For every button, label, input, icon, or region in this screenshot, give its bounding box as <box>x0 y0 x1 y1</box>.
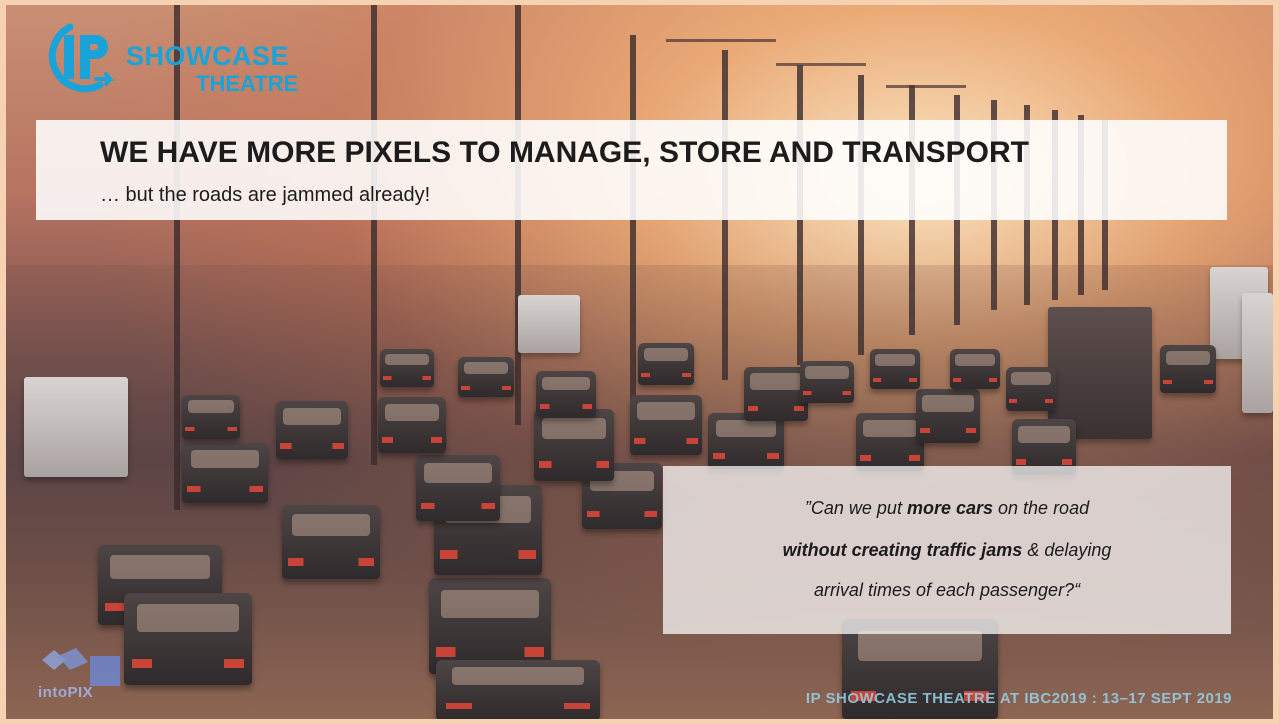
car <box>182 395 240 439</box>
lamp-pole <box>371 5 377 465</box>
lamp-arm <box>776 63 866 66</box>
quote-text: arrival times of each passenger?“ <box>813 580 1081 600</box>
quote-line-1: ”Can we put more cars on the road <box>663 498 1231 519</box>
ip-showcase-logo: SHOWCASE THEATRE <box>40 19 300 99</box>
car <box>800 361 854 403</box>
car <box>378 397 446 453</box>
ip-monogram-icon <box>48 23 115 93</box>
truck <box>24 377 128 477</box>
slide-subtitle: … but the roads are jammed already! <box>100 184 431 206</box>
intopix-mark-icon <box>42 648 120 686</box>
truck <box>518 295 580 353</box>
car <box>916 389 980 443</box>
quote-line-3: arrival times of each passenger?“ <box>663 580 1231 601</box>
intopix-text: intoPIX <box>38 684 94 701</box>
car <box>276 401 348 459</box>
car <box>380 349 434 387</box>
quote-text: & delaying <box>1022 540 1112 560</box>
car <box>1006 367 1056 411</box>
title-banner: WE HAVE MORE PIXELS TO MANAGE, STORE AND… <box>36 120 1227 220</box>
logo-text-theatre: THEATRE <box>196 71 299 96</box>
slide-title: WE HAVE MORE PIXELS TO MANAGE, STORE AND… <box>100 136 1029 169</box>
car <box>282 505 380 579</box>
car <box>708 413 784 469</box>
car <box>536 371 596 417</box>
lamp-arm <box>886 85 966 88</box>
quote-text: on the road <box>993 498 1090 518</box>
car <box>950 349 1000 389</box>
logo-text-showcase: SHOWCASE <box>126 41 290 71</box>
car <box>1160 345 1216 393</box>
car <box>870 349 920 389</box>
quote-emphasis: more cars <box>906 498 994 518</box>
intopix-logo: intoPIX <box>34 646 124 706</box>
car <box>182 443 268 503</box>
lamp-pole <box>630 35 636 415</box>
car <box>744 367 808 421</box>
car <box>856 413 924 471</box>
quote-line-2: without creating traffic jams & delaying <box>663 540 1231 561</box>
car <box>436 660 600 719</box>
lamp-arm <box>666 39 776 42</box>
quote-text: ”Can we put <box>804 498 907 518</box>
car <box>534 409 614 481</box>
car <box>416 455 500 521</box>
car <box>630 395 702 455</box>
car <box>458 357 514 397</box>
car <box>638 343 694 385</box>
truck <box>1242 293 1273 413</box>
car <box>124 593 252 685</box>
event-footer: IP SHOWCASE THEATRE AT IBC2019 : 13–17 S… <box>805 690 1232 707</box>
quote-box: ”Can we put more cars on the road withou… <box>663 466 1231 634</box>
quote-emphasis: without creating traffic jams <box>782 540 1023 560</box>
